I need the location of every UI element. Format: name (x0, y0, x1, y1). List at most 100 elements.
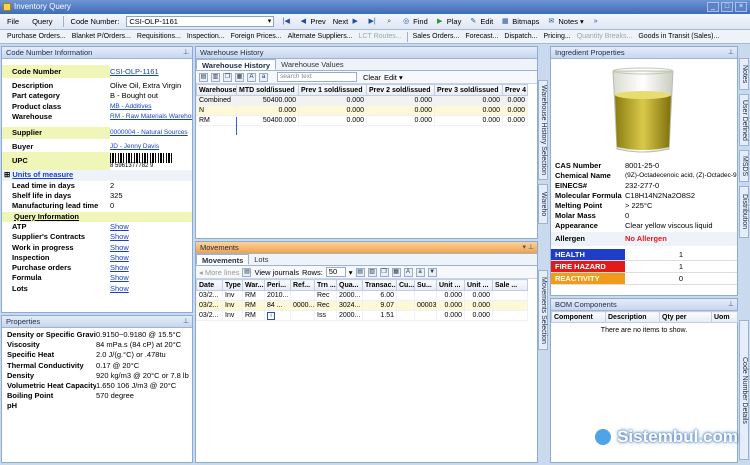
col-header[interactable]: Unit ... (464, 279, 493, 291)
edit-button[interactable]: ✎ Edit (468, 17, 493, 27)
link-alternate-suppliers[interactable]: Alternate Suppliers... (285, 33, 356, 40)
col-header[interactable]: Qty per (659, 311, 712, 323)
table-row[interactable]: 03/2... Inv RM 2010... Rec 2000... 6.00 0.000 0.… (196, 290, 528, 301)
col-header[interactable]: Transac... (362, 279, 397, 291)
show-inspection-link[interactable]: Show (110, 253, 192, 263)
pin-icon[interactable]: ⊥ (183, 316, 189, 328)
link-blanket-orders[interactable]: Blanket P/Orders... (69, 33, 134, 40)
font-up-icon[interactable]: A (403, 267, 413, 277)
link-forecast[interactable]: Forecast... (462, 33, 501, 40)
menu-file[interactable]: File (4, 17, 22, 26)
code-number-input[interactable]: CSI-OLP-1161 (126, 16, 275, 27)
col-header[interactable]: Description (605, 311, 660, 323)
view-journals-button[interactable]: View journals (254, 268, 298, 277)
buyer-link[interactable]: JD - Jenny Davis (110, 142, 192, 152)
tab-notes[interactable]: Notes (739, 58, 749, 90)
options-button[interactable]: » (591, 17, 601, 27)
tab-code-number-details[interactable]: Code Number Details (739, 320, 749, 460)
col-header[interactable]: Prev 1 sold/issued (298, 84, 367, 96)
col-header[interactable]: MTD sold/issued (236, 84, 299, 96)
notes-button[interactable]: ✉ Notes ▾ (546, 17, 583, 27)
link-purchase-orders[interactable]: Purchase Orders... (4, 33, 69, 40)
link-goods-in-transit[interactable]: Goods in Transit (Sales)... (635, 33, 722, 40)
col-header[interactable]: Prev 4 (502, 84, 528, 96)
tab-warehouse-values[interactable]: Warehouse Values (276, 59, 349, 70)
col-header[interactable]: Warehouse (196, 84, 237, 96)
col-header[interactable]: Type (222, 279, 243, 291)
show-wip-link[interactable]: Show (110, 243, 192, 253)
pin-icon[interactable]: ⊥ (728, 299, 734, 311)
search-button[interactable]: ⌕ (384, 17, 394, 27)
chevron-down-icon[interactable]: ▾ ⊥ (522, 242, 534, 254)
units-of-measure-header[interactable]: ⊞ Units of measure (2, 170, 192, 181)
tab-movements[interactable]: Movements (196, 254, 250, 265)
col-header[interactable]: War... (242, 279, 265, 291)
play-button[interactable]: ▶ Play (435, 17, 461, 27)
link-inspection[interactable]: Inspection... (184, 33, 228, 40)
col-header[interactable]: Component (551, 311, 606, 323)
filter-icon[interactable]: ▼ (427, 267, 437, 277)
link-dispatch[interactable]: Dispatch... (501, 33, 540, 40)
clear-button[interactable]: Clear (363, 73, 381, 82)
show-purchase-orders-link[interactable]: Show (110, 263, 192, 273)
copy-icon[interactable]: ❐ (379, 267, 389, 277)
maximize-button[interactable]: □ (721, 2, 733, 12)
warehouse-search-input[interactable]: search text (277, 72, 357, 82)
show-atp-link[interactable]: Show (110, 222, 192, 232)
code-number-link[interactable]: CSI-OLP-1161 (110, 65, 192, 78)
link-foreign-prices[interactable]: Foreign Prices... (228, 33, 285, 40)
table-row[interactable]: 03/2... Inv RM i Iss 2000... 1.51 0.000 0.000 (196, 310, 528, 321)
col-header[interactable]: Date (196, 279, 223, 291)
col-header[interactable]: Su... (414, 279, 437, 291)
tab-lots[interactable]: Lots (249, 254, 273, 265)
copy-icon[interactable]: ❐ (223, 72, 232, 82)
last-button[interactable]: ▶| (367, 17, 377, 27)
tab-msds[interactable]: MSDS (739, 150, 749, 182)
print-icon[interactable]: ▤ (199, 72, 208, 82)
font-down-icon[interactable]: a (259, 72, 268, 82)
grid-icon[interactable]: ▦ (235, 72, 244, 82)
table-row[interactable]: N 0.000 0.000 0.000 0.000 0.000 (196, 105, 528, 116)
col-header[interactable]: Ref... (290, 279, 315, 291)
prev-button[interactable]: ◀ Prev (298, 17, 326, 27)
supplier-link[interactable]: 0000004 - Natural Sources (110, 127, 192, 139)
movements-selection-tab[interactable]: Movements Selection (538, 270, 548, 350)
rows-select[interactable]: 50 (325, 267, 346, 277)
grid-icon[interactable]: ▦ (391, 267, 401, 277)
font-up-icon[interactable]: A (247, 72, 256, 82)
more-lines-button[interactable]: ◂ More lines (199, 268, 239, 277)
col-header[interactable]: Unit ... (436, 279, 465, 291)
product-class-link[interactable]: MB - Additives (110, 102, 192, 112)
col-header[interactable]: Qua... (336, 279, 363, 291)
col-header[interactable]: Cu... (396, 279, 415, 291)
col-header[interactable]: Sale ... (492, 279, 528, 291)
menu-query[interactable]: Query (29, 17, 55, 26)
close-button[interactable]: × (735, 2, 747, 12)
show-contracts-link[interactable]: Show (110, 232, 192, 242)
font-down-icon[interactable]: a (415, 267, 425, 277)
bitmaps-button[interactable]: ▦ Bitmaps (500, 17, 539, 27)
pin-icon[interactable]: ⊥ (728, 47, 734, 59)
export-icon[interactable]: ▥ (367, 267, 377, 277)
tab-user-defined[interactable]: User Defined (739, 94, 749, 146)
info-icon[interactable]: i (267, 311, 275, 320)
first-button[interactable]: |◀ (281, 17, 291, 27)
print-icon[interactable]: ▤ (355, 267, 365, 277)
tab-distribution[interactable]: Distribution (739, 186, 749, 238)
table-row[interactable]: RM 50400.000 0.000 0.000 0.000 0.000 (196, 115, 528, 126)
col-header[interactable]: Prev 3 sold/issued (434, 84, 503, 96)
warehouse-side-tab[interactable]: Wareho (538, 184, 548, 224)
link-pricing[interactable]: Pricing... (540, 33, 573, 40)
table-row[interactable]: Combined 50400.000 0.000 0.000 0.000 0.000 (196, 95, 528, 106)
col-header[interactable]: Prev 2 sold/issued (366, 84, 435, 96)
edit-menu-button[interactable]: Edit ▾ (384, 73, 403, 82)
table-row[interactable]: 03/2... Inv RM 84 ... 0000... Rec 3024... 9.07 0… (196, 300, 528, 311)
col-header[interactable]: Uom (711, 311, 738, 323)
chevron-down-icon[interactable]: ▾ (349, 268, 353, 277)
link-requisitions[interactable]: Requisitions... (134, 33, 184, 40)
show-lots-link[interactable]: Show (110, 284, 192, 294)
export-icon[interactable]: ▥ (211, 72, 220, 82)
col-header[interactable]: Trn ... (314, 279, 337, 291)
link-sales-orders[interactable]: Sales Orders... (410, 33, 463, 40)
minimize-button[interactable]: _ (707, 2, 719, 12)
